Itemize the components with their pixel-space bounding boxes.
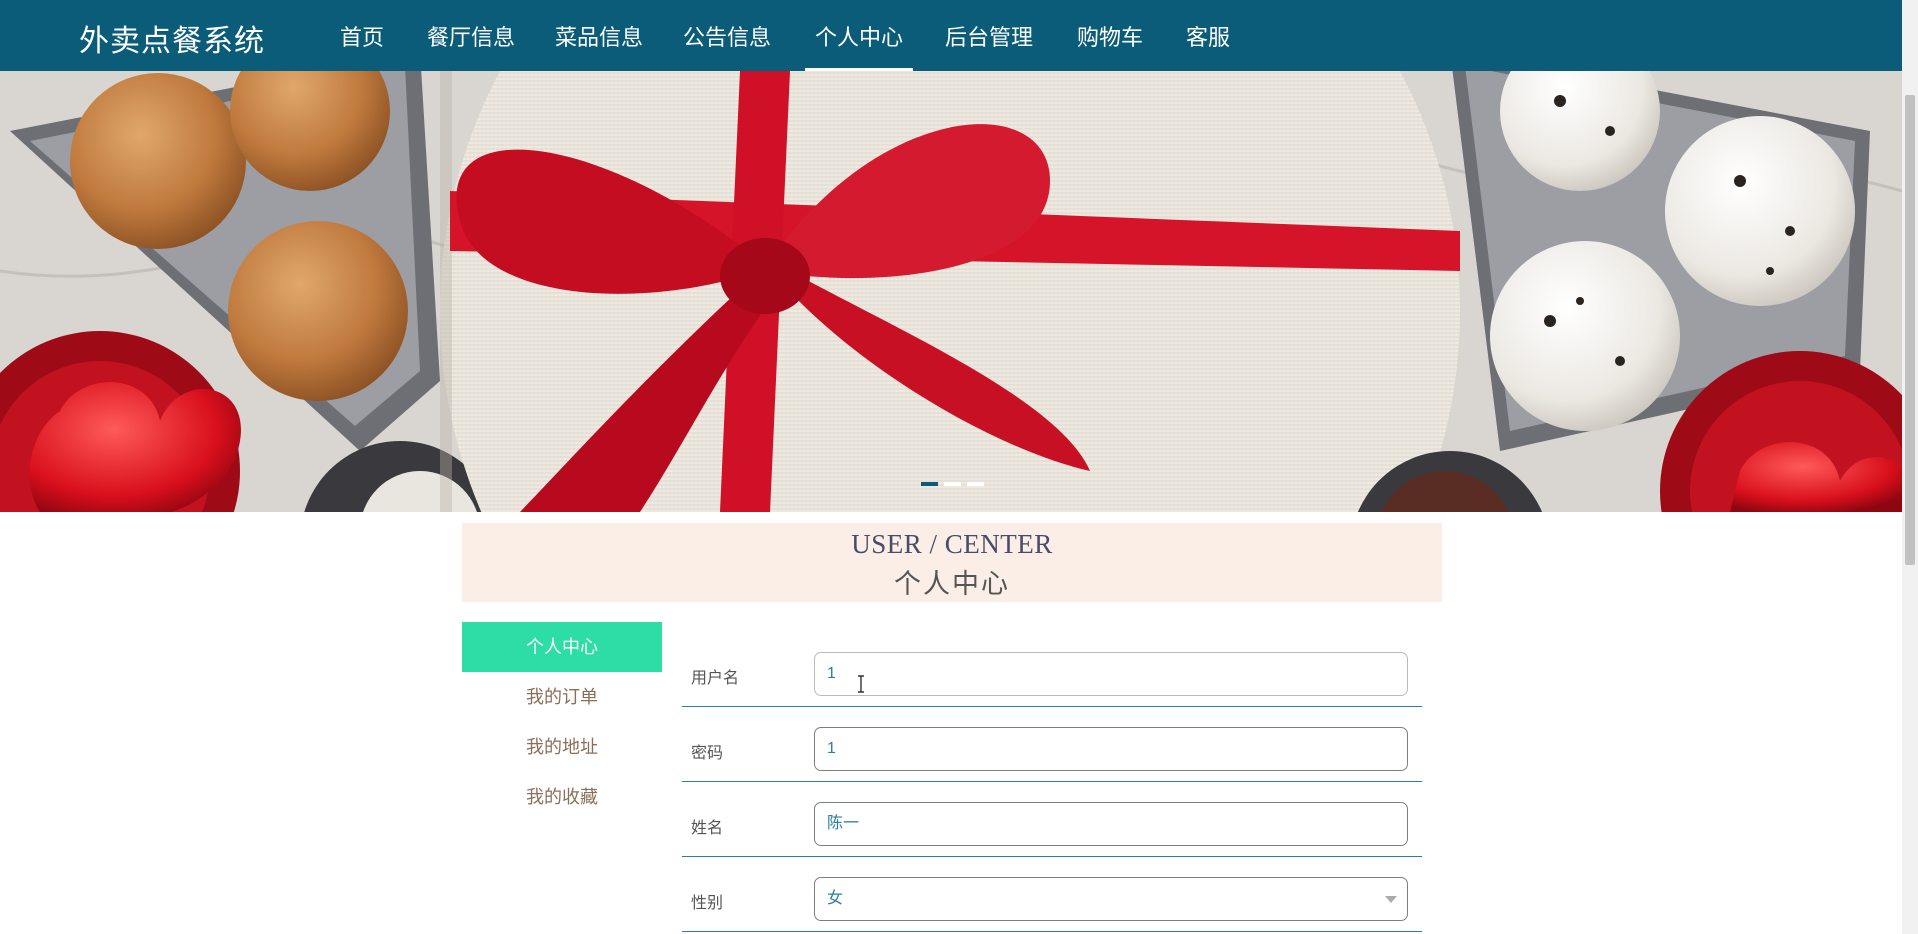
carousel-dot-1[interactable] — [921, 482, 938, 486]
nav-item-announcements[interactable]: 公告信息 — [683, 20, 771, 52]
nav-item-service[interactable]: 客服 — [1186, 20, 1230, 52]
section-title-zh: 个人中心 — [894, 569, 1010, 600]
top-navbar: 外卖点餐系统 首页 餐厅信息 菜品信息 公告信息 个人中心 后台管理 购物车 客… — [0, 0, 1902, 71]
text-cursor-icon — [858, 675, 864, 693]
name-label: 姓名 — [691, 820, 724, 837]
scrollbar-thumb[interactable] — [1905, 95, 1915, 565]
sidebar-item-user-center[interactable]: 个人中心 — [462, 622, 662, 672]
nav-item-user-center[interactable]: 个人中心 — [815, 20, 903, 52]
sidebar-item-my-orders[interactable]: 我的订单 — [462, 672, 662, 722]
carousel-dot-3[interactable] — [967, 482, 984, 486]
nav-item-admin[interactable]: 后台管理 — [945, 20, 1033, 52]
page: 外卖点餐系统 首页 餐厅信息 菜品信息 公告信息 个人中心 后台管理 购物车 客… — [0, 0, 1918, 934]
form-row-gender: 性别 女 — [682, 857, 1422, 932]
chevron-down-icon[interactable] — [1385, 896, 1397, 903]
nav-item-dishes[interactable]: 菜品信息 — [555, 20, 643, 52]
section-title-en: USER / CENTER — [851, 529, 1053, 559]
nav-item-cart[interactable]: 购物车 — [1077, 20, 1143, 52]
form-row-password: 密码 1 — [682, 707, 1422, 782]
banner-carousel[interactable] — [0, 71, 1902, 512]
gender-label: 性别 — [691, 895, 724, 912]
sidebar-item-my-address[interactable]: 我的地址 — [462, 722, 662, 772]
username-label: 用户名 — [691, 670, 740, 687]
nav-item-home[interactable]: 首页 — [340, 20, 384, 52]
page-scrollbar[interactable] — [1902, 0, 1918, 934]
banner-image — [0, 71, 1902, 512]
sidebar-item-my-favorites[interactable]: 我的收藏 — [462, 772, 662, 822]
gender-select[interactable]: 女 — [814, 877, 1408, 921]
section-header: USER / CENTER 个人中心 — [462, 523, 1442, 602]
name-input[interactable]: 陈一 — [814, 802, 1408, 846]
gender-select-value: 女 — [827, 890, 844, 907]
nav-item-restaurants[interactable]: 餐厅信息 — [427, 20, 515, 52]
carousel-dots — [921, 482, 984, 486]
carousel-dot-2[interactable] — [944, 482, 961, 486]
password-label: 密码 — [691, 745, 724, 762]
site-brand[interactable]: 外卖点餐系统 — [79, 16, 265, 60]
form-row-username: 用户名 1 — [682, 632, 1422, 707]
form-row-name: 姓名 陈一 — [682, 782, 1422, 857]
password-input[interactable]: 1 — [814, 727, 1408, 771]
username-input[interactable]: 1 — [814, 652, 1408, 696]
